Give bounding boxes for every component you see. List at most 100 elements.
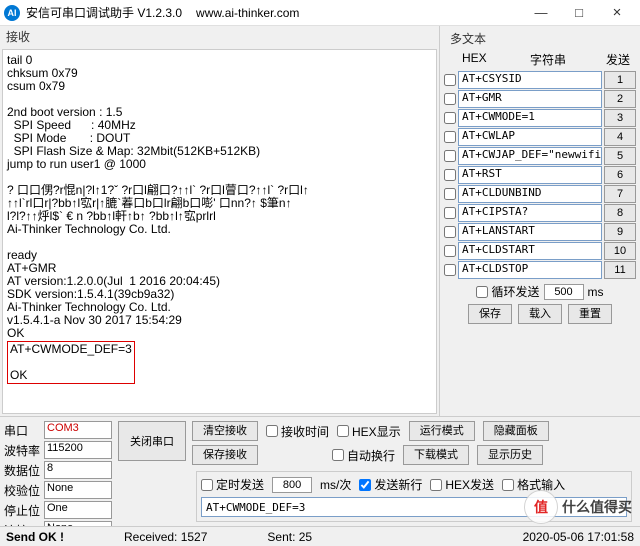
cmd-hex-checkbox[interactable]	[444, 245, 456, 257]
download-mode-button[interactable]: 下载模式	[403, 445, 469, 465]
baud-select[interactable]: 115200	[44, 441, 112, 459]
reset-button[interactable]: 重置	[568, 304, 612, 324]
maximize-button[interactable]: □	[560, 1, 598, 25]
hex-display-checkbox[interactable]: HEX显示	[337, 423, 401, 440]
close-button[interactable]: ×	[598, 1, 636, 25]
highlighted-output: AT+CWMODE_DEF=3 OK	[7, 341, 135, 384]
cmd-hex-checkbox[interactable]	[444, 264, 456, 276]
loop-unit: ms	[588, 285, 604, 299]
multi-text-label: 多文本	[444, 28, 636, 49]
str-col-label: 字符串	[496, 51, 600, 68]
receive-label: 接收	[0, 26, 439, 47]
status-bar: Send OK ! Received: 1527 Sent: 25 2020-0…	[0, 526, 640, 546]
close-port-button[interactable]: 关闭串口	[118, 421, 186, 461]
port-settings: 串口 COM3 波特率 115200 数据位 8 校验位 None 停止位 On…	[4, 421, 112, 539]
cmd-text-input[interactable]: AT+CLDSTOP	[458, 261, 602, 279]
auto-wrap-checkbox[interactable]: 自动换行	[332, 447, 395, 464]
cmd-text-input[interactable]: AT+RST	[458, 166, 602, 184]
multi-text-panel: 多文本 HEX 字符串 发送 AT+CSYSID 1 AT+GMR 2 AT+C…	[440, 26, 640, 416]
cmd-text-input[interactable]: AT+CWJAP_DEF="newwifi	[458, 147, 602, 165]
timed-interval-input[interactable]	[272, 477, 312, 493]
cmd-send-button[interactable]: 3	[604, 109, 636, 127]
cmd-hex-checkbox[interactable]	[444, 207, 456, 219]
cmd-hex-checkbox[interactable]	[444, 169, 456, 181]
cmd-send-button[interactable]: 11	[604, 261, 636, 279]
watermark-icon: 值	[524, 490, 558, 524]
cmd-hex-checkbox[interactable]	[444, 188, 456, 200]
cmd-hex-checkbox[interactable]	[444, 226, 456, 238]
port-select[interactable]: COM3	[44, 421, 112, 439]
cmd-hex-checkbox[interactable]	[444, 131, 456, 143]
cmd-text-input[interactable]: AT+CLDUNBIND	[458, 185, 602, 203]
hex-col-label: HEX	[462, 51, 496, 68]
minimize-button[interactable]: —	[522, 1, 560, 25]
cmd-hex-checkbox[interactable]	[444, 150, 456, 162]
cmd-send-button[interactable]: 8	[604, 204, 636, 222]
cmd-row: AT+CLDSTOP 11	[444, 261, 636, 279]
cmd-row: AT+RST 6	[444, 166, 636, 184]
status-send-ok: Send OK !	[6, 530, 64, 544]
status-received: Received: 1527	[124, 530, 207, 544]
cmd-text-input[interactable]: AT+CWMODE=1	[458, 109, 602, 127]
loop-interval-input[interactable]	[544, 284, 584, 300]
app-icon: AI	[4, 5, 20, 21]
status-time: 2020-05-06 17:01:58	[523, 530, 634, 544]
run-mode-button[interactable]: 运行模式	[409, 421, 475, 441]
send-col-label: 发送	[600, 51, 636, 68]
cmd-row: AT+CIPSTA? 8	[444, 204, 636, 222]
titlebar: AI 安信可串口调试助手 V1.2.3.0 www.ai-thinker.com…	[0, 0, 640, 26]
cmd-send-button[interactable]: 5	[604, 147, 636, 165]
cmd-row: AT+CWJAP_DEF="newwifi 5	[444, 147, 636, 165]
timed-send-checkbox[interactable]: 定时发送	[201, 476, 264, 493]
recv-time-checkbox[interactable]: 接收时间	[266, 423, 329, 440]
hide-panel-button[interactable]: 隐藏面板	[483, 421, 549, 441]
stopbits-select[interactable]: One	[44, 501, 112, 519]
cmd-text-input[interactable]: AT+CSYSID	[458, 71, 602, 89]
cmd-hex-checkbox[interactable]	[444, 74, 456, 86]
cmd-text-input[interactable]: AT+CIPSTA?	[458, 204, 602, 222]
watermark-text: 什么值得买	[562, 497, 632, 517]
cmd-hex-checkbox[interactable]	[444, 93, 456, 105]
baud-label: 波特率	[4, 442, 40, 459]
receive-content: tail 0 chksum 0x79 csum 0x79 2nd boot ve…	[7, 53, 309, 340]
cmd-send-button[interactable]: 7	[604, 185, 636, 203]
cmd-row: AT+CLDSTART 10	[444, 242, 636, 260]
cmd-send-button[interactable]: 1	[604, 71, 636, 89]
cmd-row: AT+CSYSID 1	[444, 71, 636, 89]
cmd-row: AT+LANSTART 9	[444, 223, 636, 241]
cmd-text-input[interactable]: AT+LANSTART	[458, 223, 602, 241]
parity-label: 校验位	[4, 482, 40, 499]
send-newline-checkbox[interactable]: 发送新行	[359, 476, 422, 493]
cmd-send-button[interactable]: 2	[604, 90, 636, 108]
databits-select[interactable]: 8	[44, 461, 112, 479]
timed-unit: ms/次	[320, 476, 351, 493]
show-history-button[interactable]: 显示历史	[477, 445, 543, 465]
stopbits-label: 停止位	[4, 502, 40, 519]
cmd-text-input[interactable]: AT+GMR	[458, 90, 602, 108]
parity-select[interactable]: None	[44, 481, 112, 499]
databits-label: 数据位	[4, 462, 40, 479]
clear-recv-button[interactable]: 清空接收	[192, 421, 258, 441]
load-button[interactable]: 载入	[518, 304, 562, 324]
receive-textarea[interactable]: tail 0 chksum 0x79 csum 0x79 2nd boot ve…	[2, 49, 437, 414]
cmd-hex-checkbox[interactable]	[444, 112, 456, 124]
cmd-row: AT+GMR 2	[444, 90, 636, 108]
cmd-send-button[interactable]: 9	[604, 223, 636, 241]
cmd-row: AT+CLDUNBIND 7	[444, 185, 636, 203]
watermark: 值 什么值得买	[524, 490, 632, 524]
cmd-send-button[interactable]: 10	[604, 242, 636, 260]
loop-send-checkbox[interactable]: 循环发送	[476, 283, 539, 300]
cmd-row: AT+CWLAP 4	[444, 128, 636, 146]
receive-panel: 接收 tail 0 chksum 0x79 csum 0x79 2nd boot…	[0, 26, 440, 416]
cmd-row: AT+CWMODE=1 3	[444, 109, 636, 127]
cmd-text-input[interactable]: AT+CWLAP	[458, 128, 602, 146]
save-recv-button[interactable]: 保存接收	[192, 445, 258, 465]
window-url: www.ai-thinker.com	[196, 6, 299, 20]
cmd-send-button[interactable]: 6	[604, 166, 636, 184]
hex-send-checkbox[interactable]: HEX发送	[430, 476, 494, 493]
cmd-text-input[interactable]: AT+CLDSTART	[458, 242, 602, 260]
cmd-send-button[interactable]: 4	[604, 128, 636, 146]
port-label: 串口	[4, 422, 40, 439]
window-title: 安信可串口调试助手 V1.2.3.0	[26, 4, 182, 21]
save-button[interactable]: 保存	[468, 304, 512, 324]
